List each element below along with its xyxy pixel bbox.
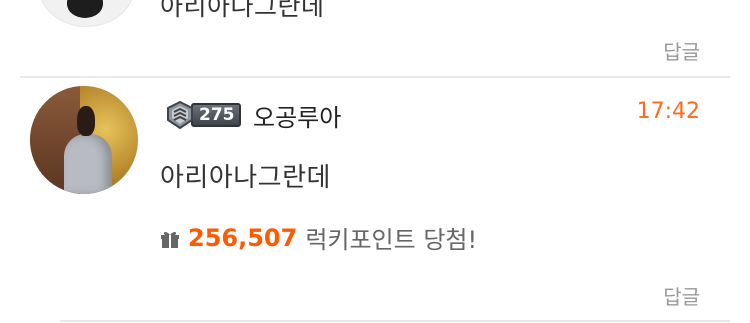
comment-text: 아리아나그란데 [160, 163, 331, 193]
avatar-figure [64, 134, 112, 194]
lucky-label: 럭키포인트 당첨! [305, 226, 478, 254]
avatar-head [77, 106, 95, 136]
gift-icon [158, 226, 182, 250]
username[interactable]: 오공루아 [253, 98, 341, 133]
user-level: 275 [191, 103, 241, 127]
lucky-points: 256,507 [188, 223, 298, 252]
divider [20, 76, 730, 78]
comment-text: 아리아나그란데 [160, 0, 325, 21]
reply-button[interactable]: 답글 [663, 36, 700, 65]
avatar-image [67, 0, 103, 18]
avatar[interactable] [30, 86, 138, 194]
shield-icon [165, 100, 195, 130]
comment-time: 17:42 [636, 99, 700, 124]
comment-list: 아리아나그란데 답글 275 오공루아 17:42 아리아나그란데 256,50… [0, 0, 750, 323]
avatar[interactable] [38, 0, 135, 27]
divider [60, 320, 730, 322]
reply-button[interactable]: 답글 [663, 281, 700, 310]
lucky-point-notice: 256,507 럭키포인트 당첨! [158, 220, 477, 255]
user-level-badge: 275 [165, 100, 241, 130]
